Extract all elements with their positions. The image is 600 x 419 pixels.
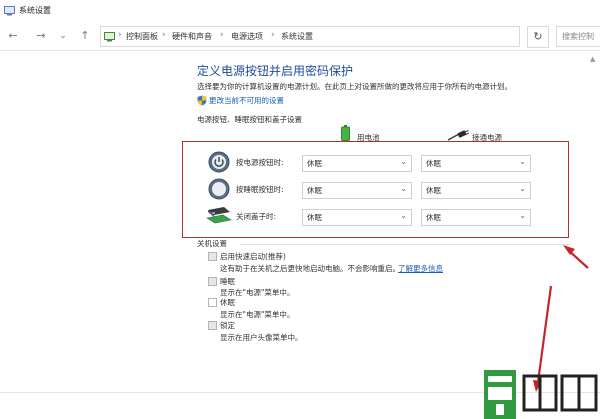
breadcrumb-separator-icon: ›: [162, 30, 166, 40]
control-panel-icon: [104, 32, 115, 42]
breadcrumb-control-panel[interactable]: 控制面板: [126, 31, 158, 42]
learn-more-link[interactable]: 了解更多信息: [398, 263, 443, 274]
page-description: 选择要为你的计算机设置的电源计划。在此页上对设置所做的更改将应用于你所有的电源计…: [197, 82, 512, 91]
sleep-checkbox[interactable]: [208, 277, 217, 286]
back-arrow-icon[interactable]: ←: [6, 29, 20, 43]
breadcrumb-separator-icon: ›: [220, 30, 224, 40]
address-bar[interactable]: › 控制面板 › 硬件和声音 › 电源选项 › 系统设置 ⌄: [100, 26, 520, 47]
breadcrumb-system-settings[interactable]: 系统设置: [281, 31, 313, 42]
fast-startup-description: 这有助于在关机之后更快地启动电脑。不会影响重启。: [220, 264, 400, 273]
page-title: 定义电源按钮并启用密码保护: [197, 64, 354, 78]
up-arrow-icon[interactable]: ↑: [78, 29, 92, 43]
hibernate-checkbox[interactable]: [208, 298, 217, 307]
section-heading-buttons: 电源按钮、睡眠按钮和盖子设置: [197, 115, 302, 124]
lock-option-label: 锁定: [220, 321, 235, 330]
hibernate-option-description: 显示在"电源"菜单中。: [220, 310, 295, 319]
lock-checkbox[interactable]: [208, 321, 217, 330]
scroll-up-icon[interactable]: ▲: [590, 55, 595, 63]
arrow-to-highlight-icon: [563, 245, 589, 269]
uac-shield-icon: [197, 95, 207, 106]
forward-arrow-icon[interactable]: →: [34, 29, 48, 43]
section-divider: [240, 244, 570, 245]
fast-startup-label: 启用快速启动(推荐): [220, 252, 286, 261]
section-heading-shutdown: 关机设置: [197, 239, 227, 248]
hibernate-option-label: 休眠: [220, 298, 235, 307]
breadcrumb-separator-icon: ›: [271, 30, 275, 40]
refresh-button[interactable]: ↻: [527, 26, 549, 48]
breadcrumb-hardware-sound[interactable]: 硬件和声音: [172, 31, 212, 42]
power-plug-icon: [447, 130, 469, 141]
fast-startup-checkbox[interactable]: [208, 252, 217, 261]
battery-icon: [341, 125, 350, 141]
navigation-bar: ← → ⌄ ↑ › 控制面板 › 硬件和声音 › 电源选项 › 系统设置 ⌄ ↻…: [0, 22, 600, 51]
search-placeholder: 搜索控制: [562, 32, 594, 41]
breadcrumb-separator-icon: ›: [118, 30, 122, 40]
sleep-option-label: 睡眠: [220, 277, 235, 286]
control-panel-icon: [4, 6, 15, 16]
watermark-logo: [484, 370, 598, 419]
title-bar: 系统设置: [0, 0, 600, 22]
change-unavailable-settings-link[interactable]: 更改当前不可用的设置: [209, 95, 284, 106]
window-title: 系统设置: [19, 6, 51, 15]
lock-option-description: 显示在用户头像菜单中。: [220, 333, 303, 342]
breadcrumb-power-options[interactable]: 电源选项: [231, 31, 263, 42]
recent-locations-icon[interactable]: ⌄: [56, 29, 70, 43]
highlight-box: [182, 141, 569, 238]
search-input[interactable]: 搜索控制: [556, 26, 600, 47]
